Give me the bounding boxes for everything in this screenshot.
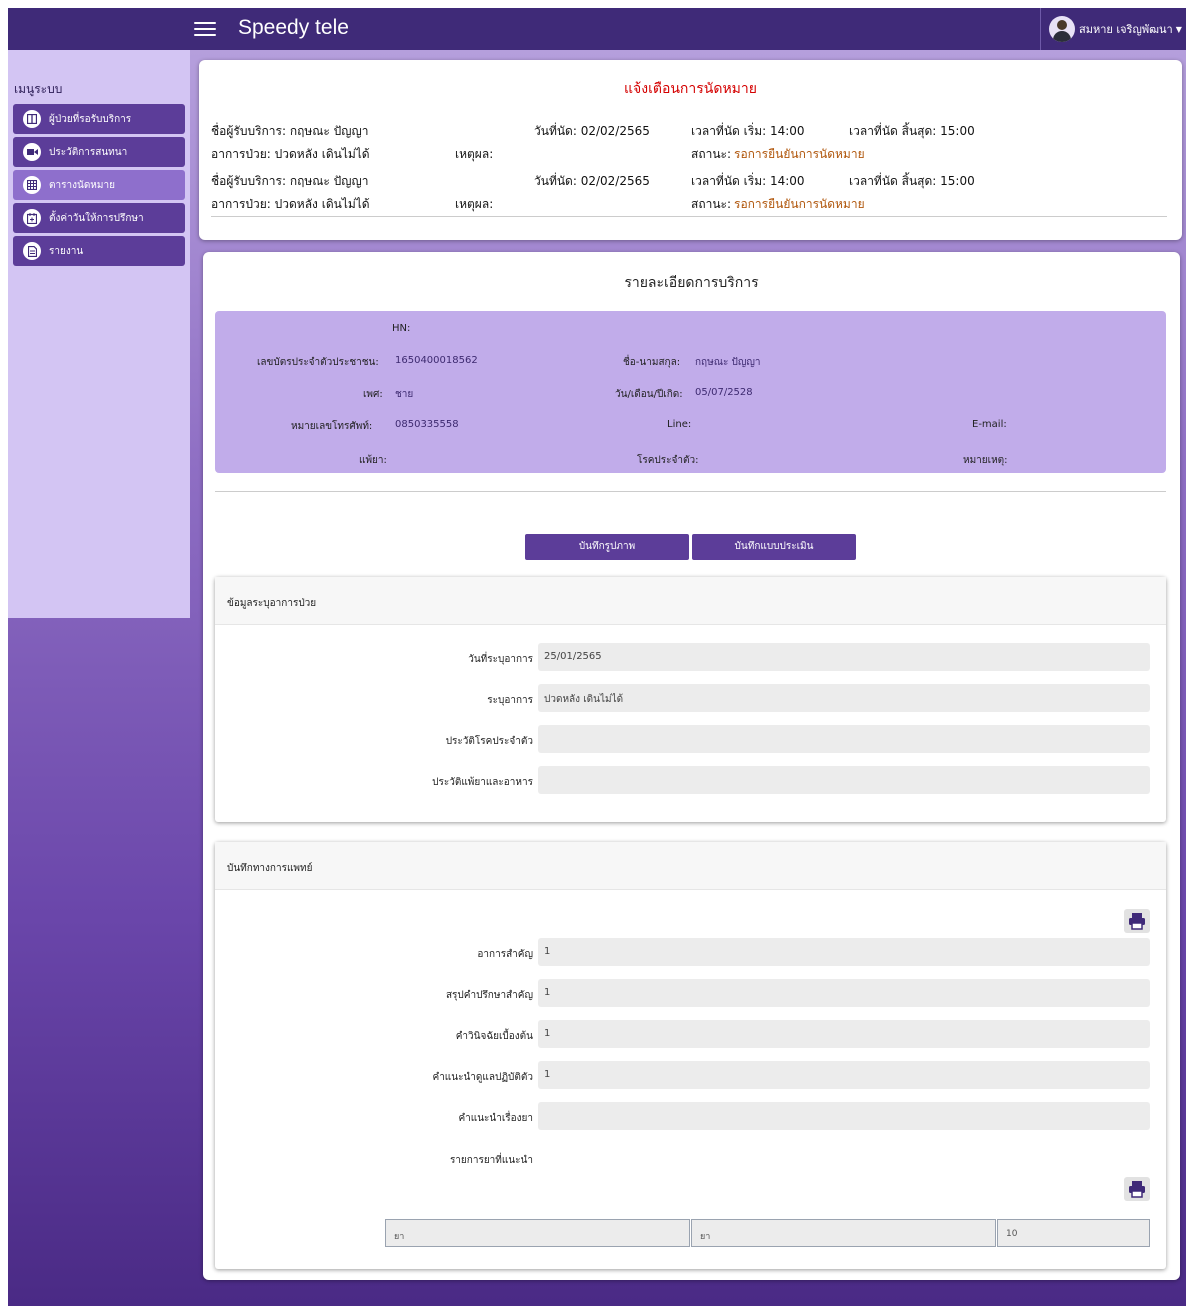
sidebar-item-appointment-schedule[interactable]: ตารางนัดหมาย [13, 170, 185, 200]
alert-end-time: เวลาที่นัด สิ้นสุด: 15:00 [849, 124, 975, 138]
drug-name-field[interactable]: ยา [385, 1219, 690, 1247]
full-name-value: กฤษณะ ปัญญา [695, 357, 761, 368]
print-icon [1129, 913, 1145, 930]
caret-down-icon: ▼ [1175, 24, 1182, 34]
symptom-info-panel: ข้อมูลระบุอาการป่วย วันที่ระบุอาการ 25/0… [215, 577, 1166, 822]
line-label: Line: [667, 419, 692, 430]
alert-start-time: เวลาที่นัด เริ่ม: 14:00 [691, 124, 805, 138]
service-detail-card: รายละเอียดการบริการ HN: เลขบัตรประจำตัวป… [203, 252, 1180, 1280]
alert-date: วันที่นัด: 02/02/2565 [534, 124, 650, 138]
phone-label: หมายเลขโทรศัพท์: [291, 421, 373, 432]
sidebar-item-label: ประวัติการสนทนา [49, 146, 128, 158]
chief-complaint-field[interactable]: 1 [538, 938, 1150, 966]
columns-icon [23, 110, 41, 128]
recommended-drugs-label: รายการยาที่แนะนำ [449, 1155, 533, 1166]
alert-title: แจ้งเตือนการนัดหมาย [624, 81, 757, 97]
calendar-plus-icon [23, 209, 41, 227]
phone-value: 0850335558 [395, 419, 459, 430]
sidebar-title: เมนูระบบ [14, 82, 63, 96]
drug-quantity-field[interactable]: 10 [997, 1219, 1150, 1247]
hamburger-menu-icon[interactable] [194, 18, 216, 38]
alert-status-value: รอการยืนยันการนัดหมาย [734, 147, 865, 161]
detail-title: รายละเอียดการบริการ [624, 275, 759, 291]
chief-complaint-label: อาการสำคัญ [477, 949, 533, 960]
self-care-advice-field[interactable]: 1 [538, 1061, 1150, 1089]
preliminary-diagnosis-field[interactable]: 1 [538, 1020, 1150, 1048]
sidebar: เมนูระบบ ผู้ป่วยที่รอรับบริการ ประวัติกา… [8, 50, 190, 618]
alert-status-value: รอการยืนยันการนัดหมาย [734, 197, 865, 211]
alert-end-time: เวลาที่นัด สิ้นสุด: 15:00 [849, 174, 975, 188]
divider [211, 216, 1167, 217]
app-title: Speedy tele [238, 16, 349, 39]
save-assessment-button[interactable]: บันทึกแบบประเมิน [692, 534, 856, 560]
patient-info-panel: HN: เลขบัตรประจำตัวประชาชน: 165040001856… [215, 311, 1166, 473]
allergy-history-field[interactable] [538, 766, 1150, 794]
sidebar-item-label: ผู้ป่วยที่รอรับบริการ [49, 113, 132, 125]
hn-label: HN: [392, 323, 411, 334]
alert-date: วันที่นัด: 02/02/2565 [534, 174, 650, 188]
sidebar-item-label: ตั้งค่าวันให้การปรึกษา [49, 212, 144, 224]
symptom-date-label: วันที่ระบุอาการ [468, 654, 533, 665]
sidebar-item-reports[interactable]: รายงาน [13, 236, 185, 266]
app-frame: Speedy tele สมหาย เจริญพัฒนา ▼ เมนูระบบ … [8, 8, 1186, 1306]
sidebar-item-label: รายงาน [49, 245, 84, 257]
alert-symptom: อาการป่วย: ปวดหลัง เดินไม่ได้ [211, 197, 370, 211]
allergy-history-label: ประวัติแพ้ยาและอาหาร [432, 777, 533, 788]
preliminary-diagnosis-label: คำวินิจฉัยเบื้องต้น [455, 1031, 533, 1042]
divider [215, 491, 1166, 492]
sex-label: เพศ: [363, 389, 383, 400]
chronic-disease-history-field[interactable] [538, 725, 1150, 753]
medication-advice-label: คำแนะนำเรื่องยา [458, 1113, 533, 1124]
sidebar-item-consult-days-settings[interactable]: ตั้งค่าวันให้การปรึกษา [13, 203, 185, 233]
medical-panel-title: บันทึกทางการแพทย์ [215, 842, 1166, 890]
user-name: สมหาย เจริญพัฒนา [1079, 23, 1173, 36]
symptom-description-label: ระบุอาการ [487, 695, 533, 706]
alert-reason: เหตุผล: [455, 197, 494, 211]
self-care-advice-label: คำแนะนำดูแลปฏิบัติตัว [432, 1072, 534, 1083]
full-name-label: ชื่อ-นามสกุล: [623, 357, 681, 368]
alert-status-label: สถานะ: [691, 147, 732, 161]
alert-status-label: สถานะ: [691, 197, 732, 211]
consult-summary-label: สรุปคำปรึกษาสำคัญ [445, 990, 533, 1001]
chronic-disease-history-label: ประวัติโรคประจำตัว [445, 736, 533, 747]
user-menu[interactable]: สมหาย เจริญพัฒนา ▼ [1040, 8, 1186, 50]
print-button[interactable] [1124, 1177, 1150, 1201]
birth-date-label: วัน/เดือน/ปีเกิด: [615, 389, 683, 400]
chronic-disease-label: โรคประจำตัว: [637, 455, 699, 466]
sidebar-item-waiting-patients[interactable]: ผู้ป่วยที่รอรับบริการ [13, 104, 185, 134]
alert-reason: เหตุผล: [455, 147, 494, 161]
video-icon [23, 143, 41, 161]
medication-advice-field[interactable] [538, 1102, 1150, 1130]
consult-summary-field[interactable]: 1 [538, 979, 1150, 1007]
print-icon [1129, 1181, 1145, 1198]
id-card-value: 1650400018562 [395, 355, 478, 366]
symptom-date-field[interactable]: 25/01/2565 [538, 643, 1150, 671]
sex-value: ชาย [395, 389, 414, 400]
medical-record-panel: บันทึกทางการแพทย์ อาการสำคัญ 1 สรุปคำปรึ… [215, 842, 1166, 1269]
symptom-panel-title: ข้อมูลระบุอาการป่วย [215, 577, 1166, 625]
alert-client: ชื่อผู้รับบริการ: กฤษณะ ปัญญา [211, 124, 369, 138]
print-button[interactable] [1124, 909, 1150, 933]
sidebar-item-label: ตารางนัดหมาย [49, 179, 115, 191]
alert-start-time: เวลาที่นัด เริ่ม: 14:00 [691, 174, 805, 188]
alert-client: ชื่อผู้รับบริการ: กฤษณะ ปัญญา [211, 174, 369, 188]
note-label: หมายเหตุ: [963, 455, 1008, 466]
save-photo-button[interactable]: บันทึกรูปภาพ [525, 534, 689, 560]
avatar [1049, 16, 1075, 42]
symptom-description-field[interactable]: ปวดหลัง เดินไม่ได้ [538, 684, 1150, 712]
alert-symptom: อาการป่วย: ปวดหลัง เดินไม่ได้ [211, 147, 370, 161]
id-card-label: เลขบัตรประจำตัวประชาชน: [257, 357, 379, 368]
appointment-alert-card: แจ้งเตือนการนัดหมาย ชื่อผู้รับบริการ: กฤ… [199, 60, 1182, 240]
top-navbar: Speedy tele สมหาย เจริญพัฒนา ▼ [8, 8, 1186, 50]
drug-allergy-label: แพ้ยา: [359, 455, 387, 466]
drug-usage-field[interactable]: ยา [691, 1219, 996, 1247]
sidebar-item-chat-history[interactable]: ประวัติการสนทนา [13, 137, 185, 167]
birth-date-value: 05/07/2528 [695, 387, 753, 398]
document-icon [23, 242, 41, 260]
email-label: E-mail: [972, 419, 1007, 430]
calendar-grid-icon [23, 176, 41, 194]
